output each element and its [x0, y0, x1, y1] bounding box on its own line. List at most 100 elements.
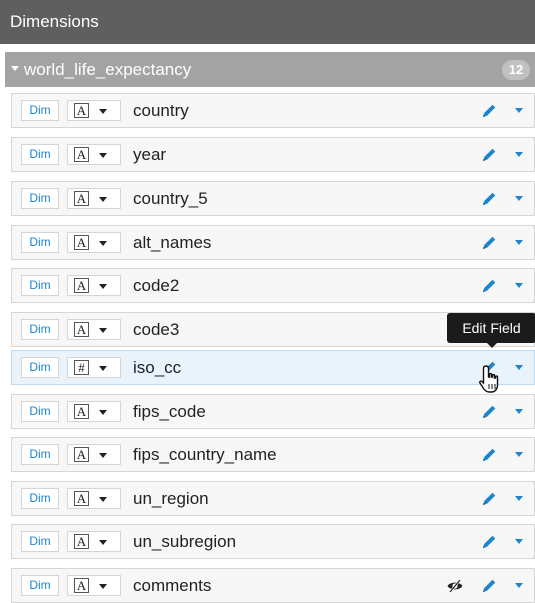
dim-toggle-button[interactable]: Dim — [21, 232, 59, 253]
text-type-icon: A — [74, 534, 89, 549]
dim-toggle-button[interactable]: Dim — [21, 100, 59, 121]
field-name: year — [133, 145, 167, 164]
text-type-icon: A — [74, 491, 89, 506]
number-type-icon: # — [74, 360, 89, 375]
edit-pencil-icon[interactable] — [480, 577, 498, 595]
edit-pencil-icon[interactable] — [480, 146, 498, 164]
dim-toggle-button[interactable]: Dim — [21, 488, 59, 509]
dim-toggle-button[interactable]: Dim — [21, 401, 59, 422]
type-caret-icon — [99, 584, 107, 589]
dimension-row-fips-country-name[interactable]: Dim Afips_country_name — [11, 437, 535, 472]
dimensions-header: Dimensions — [0, 0, 535, 46]
data-type-dropdown[interactable]: A — [67, 144, 121, 165]
data-type-dropdown[interactable]: A — [67, 401, 121, 422]
field-name: comments — [133, 576, 212, 595]
dimension-row-un-subregion[interactable]: Dim Aun_subregion — [11, 524, 535, 559]
dataset-header-world-life-expectancy[interactable]: world_life_expectancy 12 — [5, 52, 535, 87]
text-type-icon: A — [74, 447, 89, 462]
data-type-dropdown[interactable]: A — [67, 232, 121, 253]
field-menu-caret-icon[interactable] — [515, 539, 523, 544]
field-name: un_subregion — [133, 532, 237, 551]
text-type-icon: A — [74, 322, 89, 337]
type-caret-icon — [99, 109, 107, 114]
type-caret-icon — [99, 197, 107, 202]
data-type-dropdown[interactable]: A — [67, 188, 121, 209]
edit-field-tooltip: Edit Field — [447, 313, 535, 343]
text-type-icon: A — [74, 103, 89, 118]
edit-pencil-icon[interactable] — [480, 403, 498, 421]
dimension-row-alt-names[interactable]: Dim Aalt_names — [11, 225, 535, 260]
dim-toggle-button[interactable]: Dim — [21, 319, 59, 340]
text-type-icon: A — [74, 147, 89, 162]
field-menu-caret-icon[interactable] — [515, 452, 523, 457]
type-caret-icon — [99, 453, 107, 458]
dimension-row-fips-code[interactable]: Dim Afips_code — [11, 394, 535, 429]
field-name: iso_cc — [133, 358, 182, 377]
data-type-dropdown[interactable]: A — [67, 575, 121, 596]
dim-toggle-button[interactable]: Dim — [21, 188, 59, 209]
panel-title: Dimensions — [10, 12, 99, 31]
dimension-row-un-region[interactable]: Dim Aun_region — [11, 481, 535, 516]
field-menu-caret-icon[interactable] — [515, 196, 523, 201]
type-caret-icon — [99, 410, 107, 415]
data-type-dropdown[interactable]: A — [67, 444, 121, 465]
dimension-row-iso-cc[interactable]: Dim # iso_cc — [11, 350, 535, 385]
data-type-dropdown[interactable]: # — [67, 357, 121, 378]
field-name: code3 — [133, 320, 180, 339]
edit-pencil-icon[interactable] — [480, 234, 498, 252]
edit-pencil-icon[interactable] — [480, 490, 498, 508]
field-count-badge: 12 — [502, 60, 530, 80]
hide-field-icon[interactable] — [446, 577, 464, 595]
edit-pencil-icon[interactable] — [480, 446, 498, 464]
field-menu-caret-icon[interactable] — [515, 365, 523, 370]
data-type-dropdown[interactable]: A — [67, 531, 121, 552]
field-name: fips_code — [133, 402, 206, 421]
edit-pencil-icon[interactable] — [480, 190, 498, 208]
edit-pencil-icon[interactable] — [480, 102, 498, 120]
type-caret-icon — [99, 241, 107, 246]
collapse-caret-icon[interactable] — [11, 66, 19, 71]
dimension-row-country[interactable]: Dim Acountry — [11, 93, 535, 128]
field-menu-caret-icon[interactable] — [515, 108, 523, 113]
dim-toggle-button[interactable]: Dim — [21, 531, 59, 552]
text-type-icon: A — [74, 578, 89, 593]
dimension-row-year[interactable]: Dim Ayear — [11, 137, 535, 172]
dimension-row-comments[interactable]: Dim Acomments — [11, 568, 535, 603]
text-type-icon: A — [74, 278, 89, 293]
data-type-dropdown[interactable]: A — [67, 100, 121, 121]
dim-toggle-button[interactable]: Dim — [21, 275, 59, 296]
type-caret-icon — [99, 540, 107, 545]
type-caret-icon — [99, 497, 107, 502]
text-type-icon: A — [74, 191, 89, 206]
text-type-icon: A — [74, 404, 89, 419]
field-name: fips_country_name — [133, 445, 277, 464]
dimension-row-country-5[interactable]: Dim Acountry_5 — [11, 181, 535, 216]
field-menu-caret-icon[interactable] — [515, 409, 523, 414]
dim-toggle-button[interactable]: Dim — [21, 575, 59, 596]
field-menu-caret-icon[interactable] — [515, 240, 523, 245]
dim-toggle-button[interactable]: Dim — [21, 444, 59, 465]
edit-pencil-icon[interactable] — [480, 277, 498, 295]
dimension-row-code2[interactable]: Dim Acode2 — [11, 268, 535, 303]
text-type-icon: A — [74, 235, 89, 250]
data-type-dropdown[interactable]: A — [67, 488, 121, 509]
dim-toggle-button[interactable]: Dim — [21, 144, 59, 165]
type-caret-icon — [99, 153, 107, 158]
field-menu-caret-icon[interactable] — [515, 583, 523, 588]
type-caret-icon — [99, 284, 107, 289]
data-type-dropdown[interactable]: A — [67, 319, 121, 340]
tooltip-arrow — [487, 343, 497, 348]
field-menu-caret-icon[interactable] — [515, 283, 523, 288]
field-menu-caret-icon[interactable] — [515, 496, 523, 501]
type-caret-icon — [99, 328, 107, 333]
edit-pencil-icon[interactable] — [480, 533, 498, 551]
hand-pointer-cursor-icon — [479, 365, 499, 393]
field-menu-caret-icon[interactable] — [515, 152, 523, 157]
field-name: country — [133, 101, 189, 120]
type-caret-icon — [99, 366, 107, 371]
field-name: un_region — [133, 489, 209, 508]
data-type-dropdown[interactable]: A — [67, 275, 121, 296]
dataset-name: world_life_expectancy — [24, 60, 192, 79]
field-name: country_5 — [133, 189, 208, 208]
dim-toggle-button[interactable]: Dim — [21, 357, 59, 378]
